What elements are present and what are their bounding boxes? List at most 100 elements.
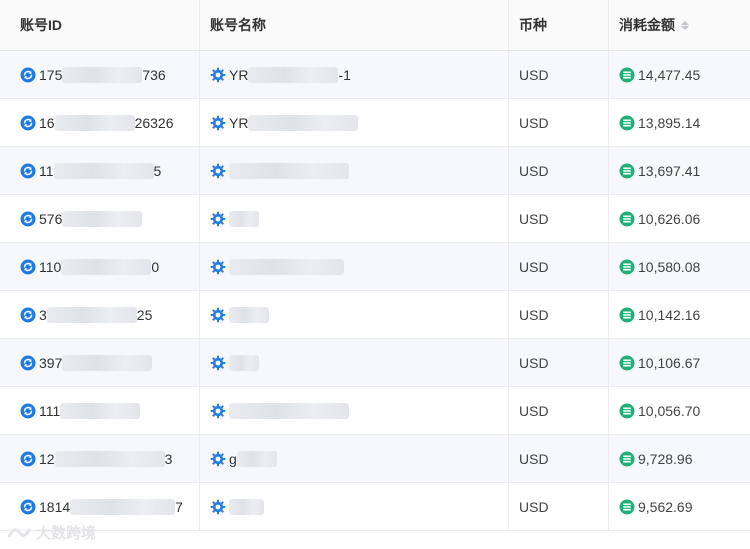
gear-icon	[210, 499, 226, 514]
currency-cell: USD	[509, 387, 608, 434]
currency-value: USD	[519, 306, 549, 323]
coin-stack-icon	[619, 115, 635, 130]
amount-cell: 14,477.45	[609, 51, 750, 98]
account-id-prefix: 110	[39, 258, 62, 275]
account-name-cell	[200, 291, 508, 338]
amount-cell: 10,106.67	[609, 339, 750, 386]
table-row[interactable]: 576 USD 10,626.06	[0, 195, 750, 243]
account-id-cell: 111	[10, 387, 199, 434]
redacted-blur	[54, 450, 165, 467]
redacted-blur	[229, 162, 349, 179]
refresh-circle-icon	[20, 355, 36, 370]
gear-icon	[210, 355, 226, 370]
account-name-prefix: g	[229, 450, 237, 467]
account-id-suffix: 3	[164, 450, 173, 467]
sort-caret-icon[interactable]	[681, 20, 689, 30]
account-id-suffix: 736	[142, 66, 166, 83]
account-name-suffix: -1	[338, 66, 351, 83]
header-amount[interactable]: 消耗金额	[609, 0, 750, 50]
gear-icon	[210, 115, 226, 130]
currency-value: USD	[519, 354, 549, 371]
table-row[interactable]: 111 USD 10,056.70	[0, 387, 750, 435]
amount-cell: 10,580.08	[609, 243, 750, 290]
coin-stack-icon	[619, 451, 635, 466]
amount-cell: 9,562.69	[609, 483, 750, 530]
gear-icon	[210, 163, 226, 178]
header-account-id: 账号ID	[20, 17, 62, 33]
redacted-blur	[229, 402, 349, 419]
redacted-blur	[62, 210, 143, 227]
coin-stack-icon	[619, 211, 635, 226]
table-row[interactable]: 12 3 g USD 9,728.96	[0, 435, 750, 483]
refresh-circle-icon	[20, 307, 36, 322]
amount-value: 9,562.69	[638, 498, 693, 515]
table-row[interactable]: 16 26326 YR USD 13,895.14	[0, 99, 750, 147]
gear-icon	[210, 259, 226, 274]
coin-stack-icon	[619, 499, 635, 514]
redacted-blur	[229, 306, 269, 323]
account-id-suffix: 26326	[134, 114, 174, 131]
currency-cell: USD	[509, 339, 608, 386]
account-id-cell: 110 0	[10, 243, 199, 290]
amount-cell: 13,697.41	[609, 147, 750, 194]
account-name-cell	[200, 483, 508, 530]
refresh-circle-icon	[20, 403, 36, 418]
account-name-cell: YR	[200, 99, 508, 146]
redacted-blur	[229, 258, 344, 275]
redacted-blur	[60, 402, 141, 419]
account-id-cell: 16 26326	[10, 99, 199, 146]
account-id-suffix: 25	[136, 306, 153, 323]
gear-icon	[210, 67, 226, 82]
account-id-prefix: 12	[39, 450, 55, 467]
coin-stack-icon	[619, 67, 635, 82]
account-id-cell: 576	[10, 195, 199, 242]
table-header: 账号ID 账号名称 币种 消耗金额	[0, 0, 750, 51]
account-name-prefix: YR	[229, 114, 249, 131]
currency-cell: USD	[509, 147, 608, 194]
currency-cell: USD	[509, 195, 608, 242]
coin-stack-icon	[619, 307, 635, 322]
redacted-blur	[236, 450, 277, 467]
currency-value: USD	[519, 498, 549, 515]
coin-stack-icon	[619, 163, 635, 178]
redacted-blur	[248, 114, 359, 131]
refresh-circle-icon	[20, 499, 36, 514]
amount-cell: 9,728.96	[609, 435, 750, 482]
redacted-blur	[62, 66, 143, 83]
account-id-prefix: 111	[39, 402, 61, 419]
gear-icon	[210, 211, 226, 226]
currency-cell: USD	[509, 243, 608, 290]
account-id-suffix: 7	[175, 498, 183, 515]
refresh-circle-icon	[20, 115, 36, 130]
table-row[interactable]: 11 5 USD 13,697.41	[0, 147, 750, 195]
account-name-cell: g	[200, 435, 508, 482]
account-id-cell: 3 25	[10, 291, 199, 338]
redacted-blur	[62, 354, 153, 371]
currency-cell: USD	[509, 291, 608, 338]
currency-cell: USD	[509, 435, 608, 482]
redacted-blur	[46, 306, 137, 323]
account-id-prefix: 175	[39, 66, 63, 83]
redacted-blur	[61, 258, 152, 275]
refresh-circle-icon	[20, 211, 36, 226]
redacted-blur	[248, 66, 339, 83]
watermark: 大数跨境	[6, 522, 96, 543]
amount-value: 10,626.06	[638, 210, 701, 227]
table-row[interactable]: 110 0 USD 10,580.08	[0, 243, 750, 291]
account-name-cell: YR -1	[200, 51, 508, 98]
currency-value: USD	[519, 402, 549, 419]
amount-cell: 10,142.16	[609, 291, 750, 338]
table-row[interactable]: 3 25 USD 10,142.16	[0, 291, 750, 339]
table-row[interactable]: 175 736 YR -1 USD 14,477.45	[0, 51, 750, 99]
amount-value: 10,580.08	[638, 258, 701, 275]
currency-value: USD	[519, 210, 549, 227]
redacted-blur	[229, 354, 259, 371]
redacted-blur	[53, 162, 154, 179]
amount-value: 14,477.45	[638, 66, 701, 83]
table-row[interactable]: 1814 7 USD 9,562.69	[0, 483, 750, 531]
redacted-blur	[229, 210, 259, 227]
amount-value: 10,106.67	[638, 354, 701, 371]
amount-value: 10,056.70	[638, 402, 701, 419]
refresh-circle-icon	[20, 259, 36, 274]
table-row[interactable]: 397 USD 10,106.67	[0, 339, 750, 387]
